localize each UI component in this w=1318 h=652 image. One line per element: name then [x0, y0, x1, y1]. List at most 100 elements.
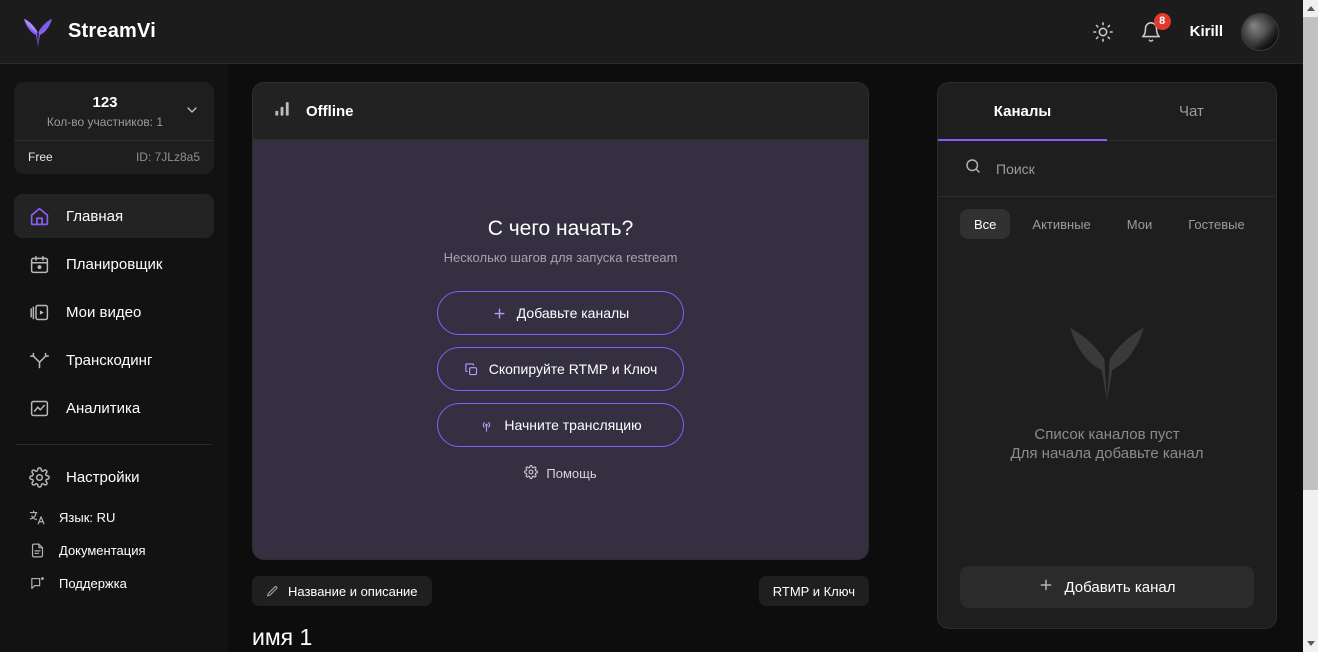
- add-channel-button[interactable]: Добавить канал: [960, 566, 1254, 608]
- stream-card: Offline С чего начать? Несколько шагов д…: [252, 82, 869, 560]
- branch-icon: [28, 349, 50, 371]
- sidebar-settings-group: Настройки: [14, 455, 214, 499]
- tab-channels[interactable]: Каналы: [938, 83, 1107, 141]
- chevron-down-icon: [1306, 641, 1315, 646]
- rtmp-key-label: RTMP и Ключ: [772, 583, 855, 599]
- preview-title: С чего начать?: [487, 217, 634, 240]
- translate-icon: [28, 508, 46, 526]
- chevron-up-icon: [1306, 6, 1315, 11]
- stream-name: имя 1: [252, 624, 313, 650]
- sidebar-item-settings[interactable]: Настройки: [14, 455, 214, 499]
- sidebar-item-label: Транскодинг: [66, 351, 153, 369]
- scroll-up-button[interactable]: [1303, 0, 1318, 17]
- chart-icon: [28, 397, 50, 419]
- tab-chat[interactable]: Чат: [1107, 83, 1276, 140]
- workspace-members: Кол-во участников: 1: [46, 115, 164, 129]
- preview-subtitle: Несколько шагов для запуска restream: [443, 250, 678, 265]
- chevron-down-icon[interactable]: [184, 102, 200, 123]
- sidebar-item-transcoding[interactable]: Транскодинг: [14, 338, 214, 382]
- channels-search[interactable]: [938, 141, 1276, 197]
- empty-line-1: Список каналов пуст: [1034, 425, 1180, 443]
- sidebar-item-label: Планировщик: [66, 255, 163, 273]
- sidebar-item-label: Настройки: [66, 468, 140, 486]
- workspace-footer: Free ID: 7JLz8a5: [14, 140, 214, 174]
- video-library-icon: [28, 301, 50, 323]
- right-panel: Каналы Чат Все Активные Мои Гос: [915, 64, 1303, 652]
- pencil-icon: [266, 585, 279, 598]
- copy-rtmp-button[interactable]: Скопируйте RTMP и Ключ: [437, 347, 684, 391]
- start-broadcast-label: Начните трансляцию: [504, 417, 642, 433]
- rtmp-key-button[interactable]: RTMP и Ключ: [758, 576, 869, 606]
- butterfly-logo-icon: [24, 18, 52, 47]
- notifications-button[interactable]: 8: [1136, 12, 1171, 47]
- workspace-card[interactable]: 123 Кол-во участников: 1 Free ID: 7JLz8a…: [14, 82, 214, 174]
- empty-line-2: Для начала добавьте канал: [1010, 444, 1204, 462]
- stream-meta-row: Название и описание RTMP и Ключ: [252, 576, 869, 606]
- plus-icon: [492, 306, 507, 321]
- channels-empty-state: Список каналов пуст Для начала добавьте …: [938, 217, 1276, 566]
- document-icon: [28, 541, 46, 559]
- tab-label: Чат: [1179, 103, 1204, 120]
- copy-icon: [464, 362, 479, 377]
- help-label: Помощь: [546, 466, 597, 481]
- channels-footer: Добавить канал: [938, 566, 1276, 628]
- brand[interactable]: StreamVi: [22, 17, 156, 47]
- sidebar-item-label: Язык: RU: [59, 509, 116, 525]
- channels-card: Каналы Чат Все Активные Мои Гос: [937, 82, 1277, 629]
- help-button[interactable]: Помощь: [524, 465, 597, 482]
- butterfly-logo-icon: [1070, 327, 1144, 401]
- top-header: StreamVi 8 Kirill: [0, 0, 1303, 64]
- sidebar-item-label: Главная: [66, 207, 124, 225]
- sidebar-item-language[interactable]: Язык: RU: [14, 505, 214, 529]
- header-actions: 8 Kirill: [1088, 12, 1279, 51]
- search-input[interactable]: [996, 160, 1250, 177]
- sidebar-item-support[interactable]: Поддержка: [14, 571, 214, 595]
- notification-badge: 8: [1153, 12, 1171, 30]
- search-icon: [964, 157, 982, 180]
- app-root: StreamVi 8 Kirill 123 Кол-во участников:…: [0, 0, 1318, 652]
- sun-icon: [1092, 21, 1113, 42]
- add-channels-label: Добавьте каналы: [516, 305, 630, 321]
- sidebar-item-label: Поддержка: [59, 575, 127, 591]
- plan-badge: Free: [28, 150, 53, 164]
- sidebar-item-my-videos[interactable]: Мои видео: [14, 290, 214, 334]
- scroll-down-button[interactable]: [1303, 635, 1318, 652]
- sidebar: 123 Кол-во участников: 1 Free ID: 7JLz8a…: [0, 64, 228, 652]
- body: 123 Кол-во участников: 1 Free ID: 7JLz8a…: [0, 64, 1303, 652]
- scrollbar-thumb[interactable]: [1303, 17, 1318, 490]
- workspace-title: 123: [92, 94, 118, 111]
- sidebar-mini-links: Язык: RU Документация Поддержка: [14, 505, 214, 595]
- sidebar-nav: Главная Планировщик Мои видео Транскодин…: [14, 194, 214, 430]
- channels-tabs: Каналы Чат: [938, 83, 1276, 141]
- title-description-label: Название и описание: [288, 583, 418, 599]
- sidebar-item-analytics[interactable]: Аналитика: [14, 386, 214, 430]
- workspace-id: ID: 7JLz8a5: [135, 150, 200, 164]
- sidebar-item-label: Аналитика: [66, 399, 141, 417]
- sidebar-divider: [16, 444, 212, 445]
- gear-icon: [524, 465, 539, 482]
- copy-rtmp-label: Скопируйте RTMP и Ключ: [488, 361, 658, 377]
- main-content: Offline С чего начать? Несколько шагов д…: [228, 64, 915, 652]
- workspace-texts: 123 Кол-во участников: 1: [28, 94, 182, 129]
- avatar[interactable]: [1241, 12, 1279, 51]
- sidebar-item-label: Документация: [59, 542, 146, 558]
- calendar-icon: [28, 253, 50, 275]
- support-icon: [28, 574, 46, 592]
- page-scrollbar[interactable]: [1303, 0, 1318, 652]
- sidebar-item-home[interactable]: Главная: [14, 194, 214, 238]
- add-channel-label: Добавить канал: [1064, 578, 1176, 596]
- title-description-button[interactable]: Название и описание: [252, 576, 432, 606]
- stream-preview-area: С чего начать? Несколько шагов для запус…: [253, 140, 868, 559]
- sidebar-item-docs[interactable]: Документация: [14, 538, 214, 562]
- plus-icon: [1038, 577, 1054, 598]
- gear-icon: [28, 466, 50, 488]
- theme-toggle-button[interactable]: [1088, 17, 1118, 47]
- signal-bars-icon: [273, 99, 292, 123]
- sidebar-item-scheduler[interactable]: Планировщик: [14, 242, 214, 286]
- sidebar-item-label: Мои видео: [66, 303, 142, 321]
- stream-status-bar: Offline: [253, 83, 868, 140]
- workspace-header[interactable]: 123 Кол-во участников: 1: [14, 82, 214, 140]
- start-broadcast-button[interactable]: Начните трансляцию: [437, 403, 684, 447]
- brand-name: StreamVi: [68, 20, 156, 42]
- add-channels-button[interactable]: Добавьте каналы: [437, 291, 684, 335]
